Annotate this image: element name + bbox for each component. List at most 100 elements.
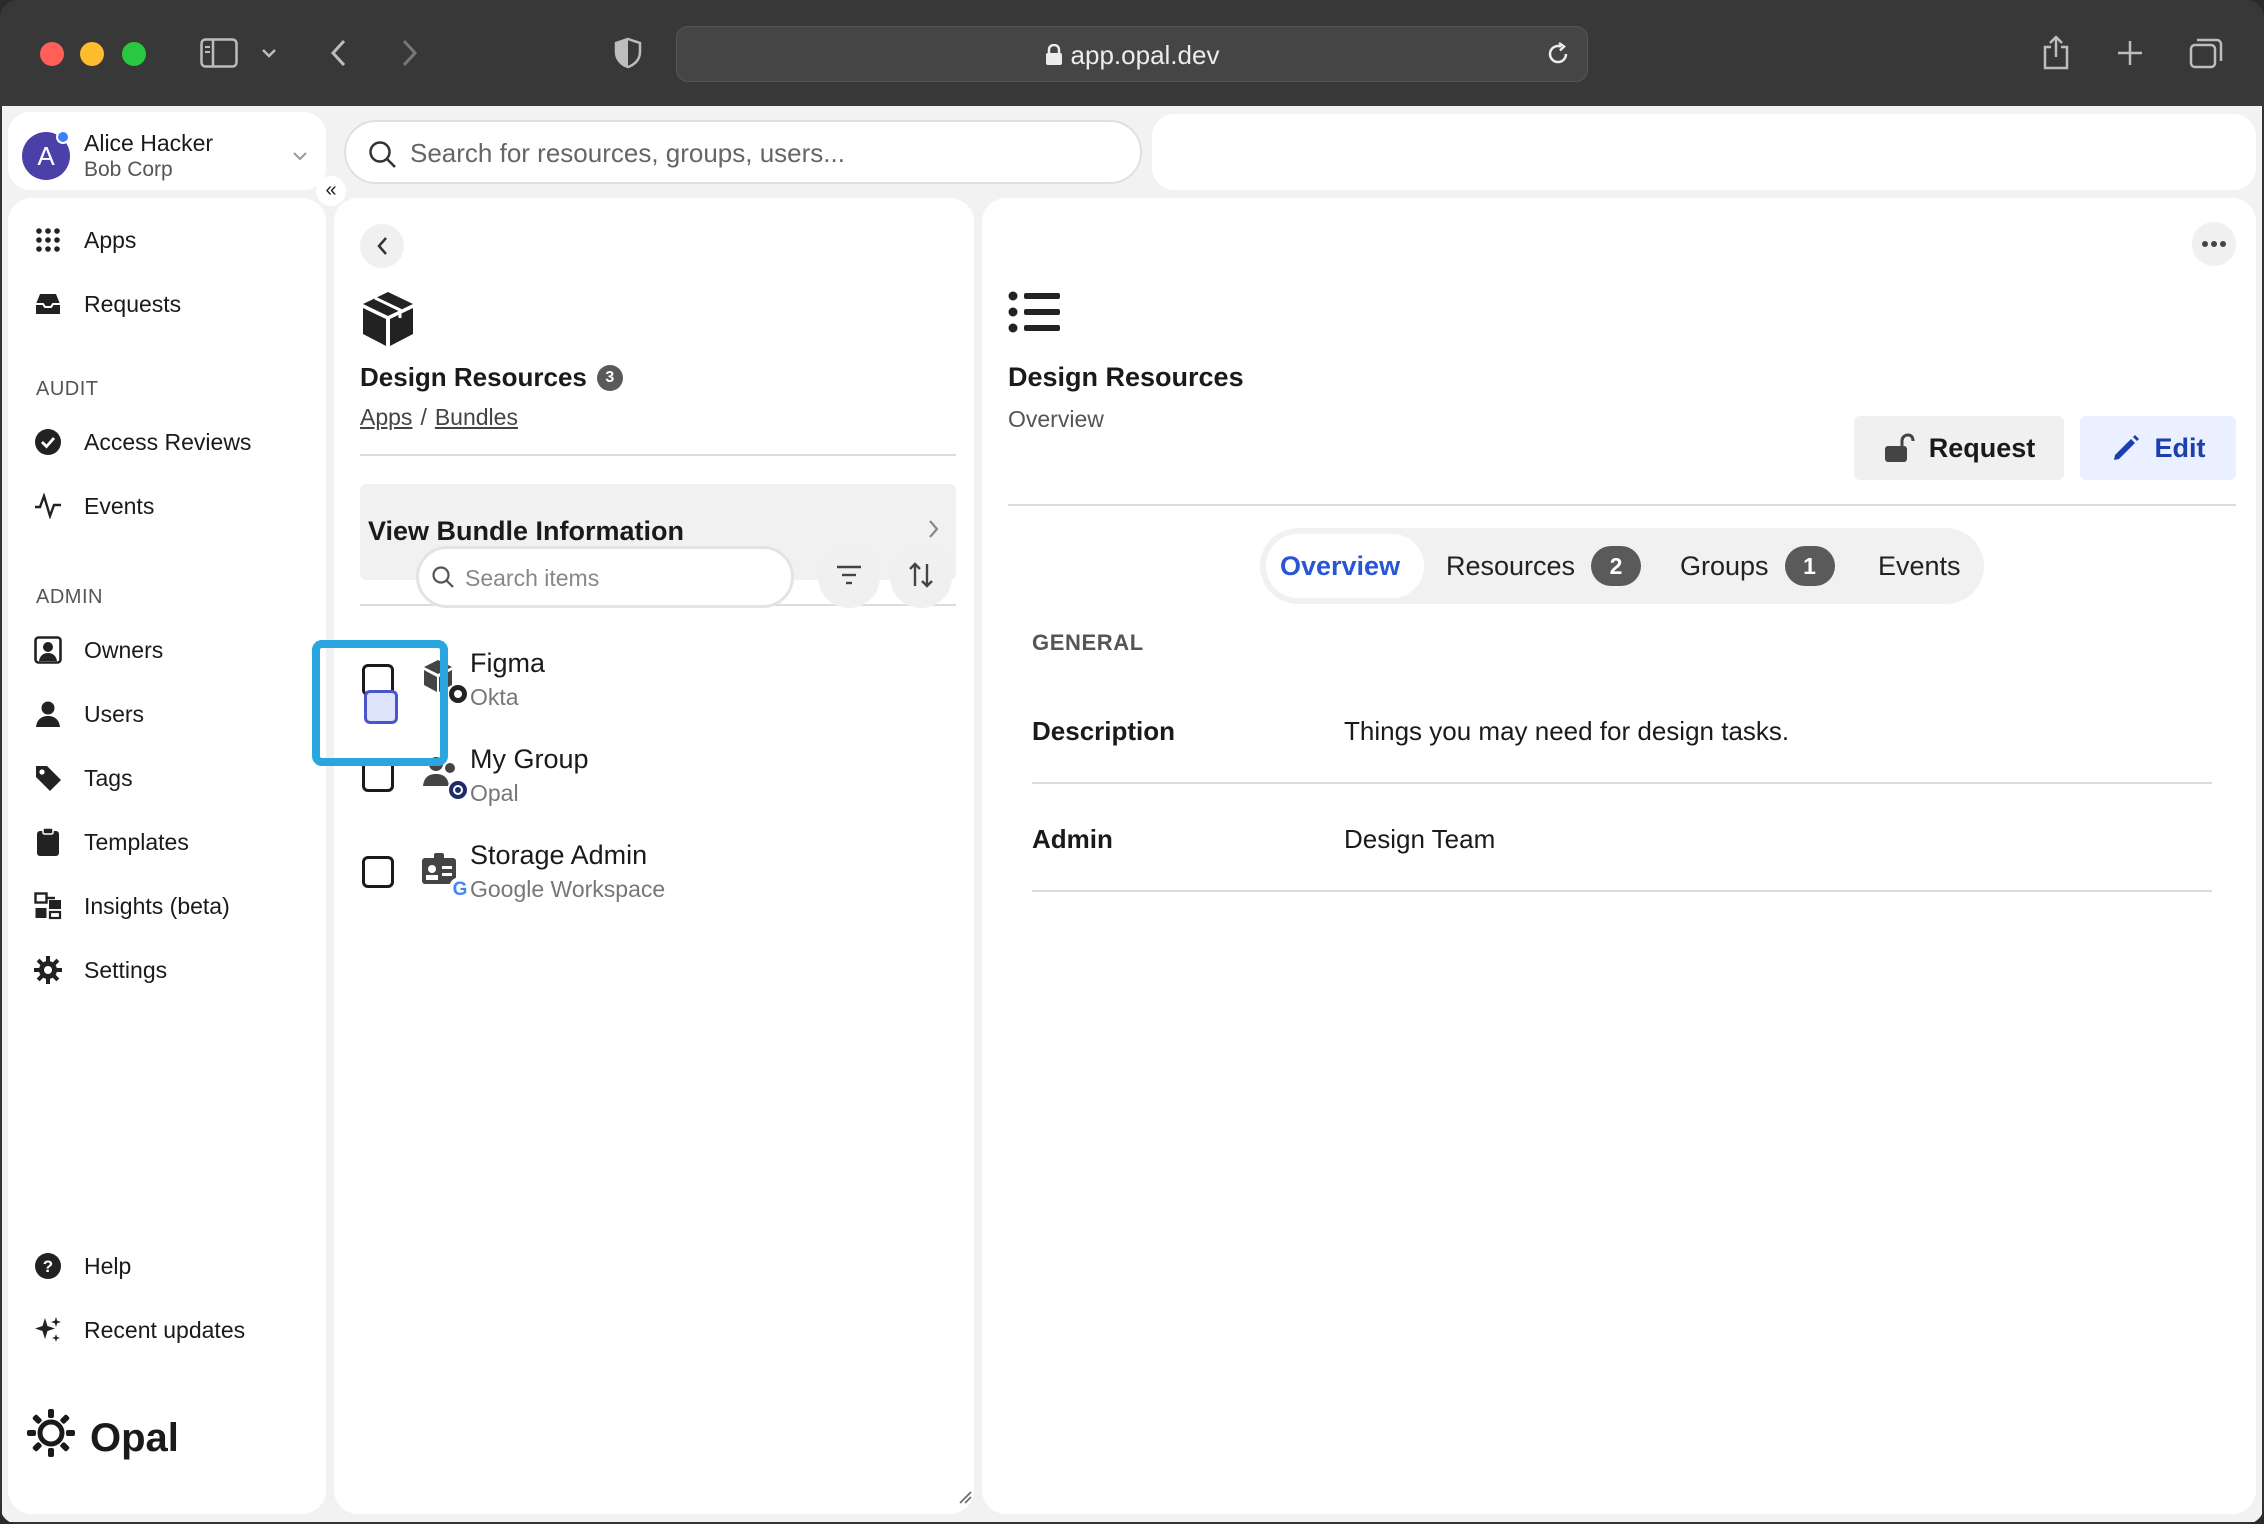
url-text: app.opal.dev bbox=[1070, 40, 1220, 70]
tab-overview[interactable]: Overview bbox=[1280, 528, 1400, 604]
sidebar-section-audit: AUDIT bbox=[36, 378, 99, 400]
item-search-input[interactable] bbox=[465, 561, 775, 595]
item-checkbox[interactable] bbox=[362, 856, 394, 888]
pencil-icon bbox=[2111, 433, 2141, 463]
sidebar-item-recent-updates[interactable]: Recent updates bbox=[32, 1308, 245, 1352]
sidebar-item-events[interactable]: Events bbox=[32, 484, 154, 528]
divider bbox=[360, 454, 956, 456]
bundle-title: Design Resources 3 bbox=[360, 362, 623, 393]
user-icon bbox=[32, 698, 64, 730]
breadcrumb-link-bundles[interactable]: Bundles bbox=[435, 404, 518, 430]
bundle-box-icon bbox=[360, 290, 416, 353]
sidebar-item-label: Requests bbox=[84, 290, 182, 317]
global-search-input[interactable] bbox=[410, 134, 1110, 172]
sidebar-item-insights[interactable]: Insights (beta) bbox=[32, 884, 230, 928]
sparkle-icon bbox=[32, 1314, 64, 1346]
sidebar-item-label: Access Reviews bbox=[84, 428, 252, 455]
svg-text:?: ? bbox=[43, 1257, 53, 1276]
sidebar-item-label: Insights (beta) bbox=[84, 892, 230, 919]
sidebar-item-owners[interactable]: Owners bbox=[32, 628, 163, 672]
sidebar-item-label: Tags bbox=[84, 764, 133, 791]
back-button[interactable] bbox=[360, 224, 404, 268]
opal-logo: Opal bbox=[26, 1408, 179, 1468]
list-item[interactable]: G Storage Admin Google Workspace bbox=[354, 834, 954, 914]
reload-icon[interactable] bbox=[1545, 41, 1571, 72]
user-org: Bob Corp bbox=[84, 158, 173, 181]
detail-subtitle: Overview bbox=[1008, 406, 1104, 432]
request-button-label: Request bbox=[1928, 432, 2036, 463]
google-workspace-role-icon: G bbox=[420, 848, 472, 900]
chevron-right-icon bbox=[928, 518, 940, 545]
sidebar-item-label: Settings bbox=[84, 956, 168, 983]
tag-icon bbox=[32, 762, 64, 794]
sidebar-item-label: Recent updates bbox=[84, 1316, 246, 1343]
opal-brand-text: Opal bbox=[90, 1415, 179, 1460]
owner-icon bbox=[32, 634, 64, 666]
resize-handle-icon[interactable] bbox=[958, 1490, 972, 1509]
help-icon: ? bbox=[32, 1250, 64, 1282]
minimize-window-button[interactable] bbox=[80, 42, 104, 66]
tab-events[interactable]: Events bbox=[1878, 528, 1961, 604]
inbox-icon bbox=[32, 288, 64, 320]
sidebar-item-tags[interactable]: Tags bbox=[32, 756, 133, 800]
sort-icon bbox=[908, 561, 934, 594]
collapse-sidebar-button[interactable]: « bbox=[316, 176, 346, 206]
detail-title: Design Resources bbox=[1008, 362, 1244, 392]
breadcrumb: Apps / Bundles bbox=[360, 404, 518, 431]
maximize-window-button[interactable] bbox=[122, 42, 146, 66]
sort-button[interactable] bbox=[890, 546, 952, 608]
bundle-count-badge: 3 bbox=[596, 364, 623, 391]
more-options-button[interactable] bbox=[2192, 222, 2236, 266]
request-button[interactable]: Request bbox=[1854, 416, 2064, 480]
sidebar-item-requests[interactable]: Requests bbox=[32, 282, 181, 326]
unlock-icon bbox=[1883, 433, 1915, 463]
sidebar-item-access-reviews[interactable]: Access Reviews bbox=[32, 420, 251, 464]
browser-toolbar: app.opal.dev bbox=[0, 0, 2264, 106]
section-general: GENERAL bbox=[1032, 630, 1144, 655]
sidebar-toggle-icon[interactable] bbox=[194, 30, 244, 76]
item-source: Okta bbox=[470, 684, 519, 710]
gear-icon bbox=[32, 954, 64, 986]
chevron-down-icon bbox=[292, 148, 308, 166]
back-nav-icon[interactable] bbox=[320, 30, 356, 76]
chevron-down-icon[interactable] bbox=[256, 30, 282, 76]
edit-button[interactable]: Edit bbox=[2080, 416, 2236, 480]
user-switcher[interactable]: A Alice Hacker Bob Corp bbox=[8, 112, 326, 190]
share-icon[interactable] bbox=[2036, 30, 2076, 76]
breadcrumb-link-apps[interactable]: Apps bbox=[360, 404, 412, 430]
sidebar-item-settings[interactable]: Settings bbox=[32, 948, 167, 992]
status-dot bbox=[56, 130, 70, 144]
sidebar-section-admin: ADMIN bbox=[36, 586, 103, 608]
tab-label: Overview bbox=[1280, 551, 1401, 581]
filter-icon bbox=[835, 564, 863, 591]
tab-count-badge: 2 bbox=[1591, 546, 1642, 586]
tab-resources[interactable]: Resources 2 bbox=[1446, 528, 1642, 604]
sidebar-item-templates[interactable]: Templates bbox=[32, 820, 189, 864]
sidebar-item-help[interactable]: ? Help bbox=[32, 1244, 131, 1288]
filter-button[interactable] bbox=[818, 546, 880, 608]
item-search[interactable] bbox=[416, 546, 794, 608]
item-source: Opal bbox=[470, 780, 519, 806]
new-tab-icon[interactable] bbox=[2110, 30, 2150, 76]
forward-nav-icon[interactable] bbox=[392, 30, 428, 76]
close-window-button[interactable] bbox=[40, 42, 64, 66]
ellipsis-icon bbox=[2201, 235, 2227, 253]
bundle-title-text: Design Resources bbox=[360, 362, 587, 392]
global-search[interactable] bbox=[344, 120, 1142, 184]
sidebar-item-label: Apps bbox=[84, 226, 137, 253]
tab-groups[interactable]: Groups 1 bbox=[1680, 528, 1835, 604]
browser-window: app.opal.dev A Alice Hacker Bob Corp Sea… bbox=[0, 0, 2264, 1524]
field-value-description: Things you may need for design tasks. bbox=[1344, 716, 1790, 746]
divider bbox=[1008, 504, 2236, 506]
sidebar-item-users[interactable]: Users bbox=[32, 692, 144, 736]
svg-text:G: G bbox=[453, 879, 468, 900]
opal-logo-icon bbox=[26, 1408, 76, 1468]
sidebar-item-label: Templates bbox=[84, 828, 189, 855]
tab-overview-icon[interactable] bbox=[2186, 30, 2226, 76]
tab-label: Events bbox=[1878, 551, 1961, 581]
select-all-checkbox[interactable] bbox=[364, 690, 398, 724]
address-bar[interactable]: app.opal.dev bbox=[676, 26, 1588, 82]
sidebar-item-apps[interactable]: Apps bbox=[32, 218, 136, 262]
shield-icon[interactable] bbox=[610, 30, 646, 76]
edit-button-label: Edit bbox=[2154, 432, 2206, 463]
